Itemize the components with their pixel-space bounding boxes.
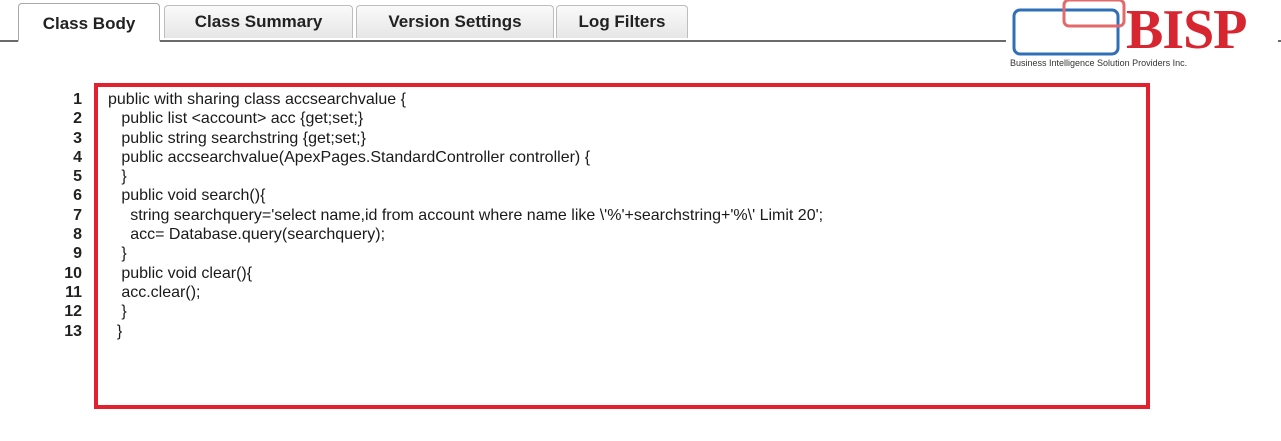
bisp-logo: BISP Business Intelligence Solution Prov…: [1006, 0, 1278, 72]
apex-class-editor-page: Class Body Class Summary Version Setting…: [0, 0, 1281, 441]
code-line: string searchquery='select name,id from …: [108, 206, 824, 224]
tab-version-settings[interactable]: Version Settings: [356, 5, 554, 38]
line-number: 8: [73, 226, 82, 244]
line-number: 11: [65, 283, 82, 301]
code-line: public list <account> acc {get;set;}: [108, 110, 364, 128]
tab-class-body[interactable]: Class Body: [18, 3, 160, 42]
line-number: 6: [73, 187, 82, 205]
code-line: acc.clear();: [108, 283, 201, 301]
line-number-gutter: 1 2 3 4 5 6 7 8 9 10 11 12 13: [40, 90, 82, 341]
tab-log-filters[interactable]: Log Filters: [556, 5, 688, 38]
tab-class-summary[interactable]: Class Summary: [164, 5, 353, 38]
line-number: 12: [64, 303, 82, 321]
line-number: 9: [73, 245, 82, 263]
code-line: public with sharing class accsearchvalue…: [108, 91, 406, 108]
line-number: 7: [73, 206, 82, 224]
line-number: 13: [64, 322, 82, 340]
code-line: public void clear(){: [108, 264, 253, 282]
code-line: }: [108, 245, 127, 263]
code-line: public string searchstring {get;set;}: [108, 129, 366, 147]
line-number: 10: [64, 264, 82, 282]
bisp-logo-tagline: Business Intelligence Solution Providers…: [1010, 58, 1188, 68]
line-number: 3: [73, 129, 82, 147]
bisp-logo-mark-icon: [1012, 0, 1126, 56]
code-line: }: [108, 168, 127, 186]
bisp-logo-text: BISP: [1126, 0, 1247, 61]
line-number: 4: [73, 148, 82, 166]
code-line: acc= Database.query(searchquery);: [108, 226, 386, 244]
code-line: }: [108, 303, 127, 321]
class-body-code-editor[interactable]: public with sharing class accsearchvalue…: [108, 90, 1146, 341]
code-line: public accsearchvalue(ApexPages.Standard…: [108, 148, 591, 166]
line-number: 2: [73, 110, 82, 128]
line-number: 1: [73, 91, 82, 108]
line-number: 5: [73, 168, 82, 186]
code-line: }: [108, 322, 123, 340]
code-line: public void search(){: [108, 187, 266, 205]
